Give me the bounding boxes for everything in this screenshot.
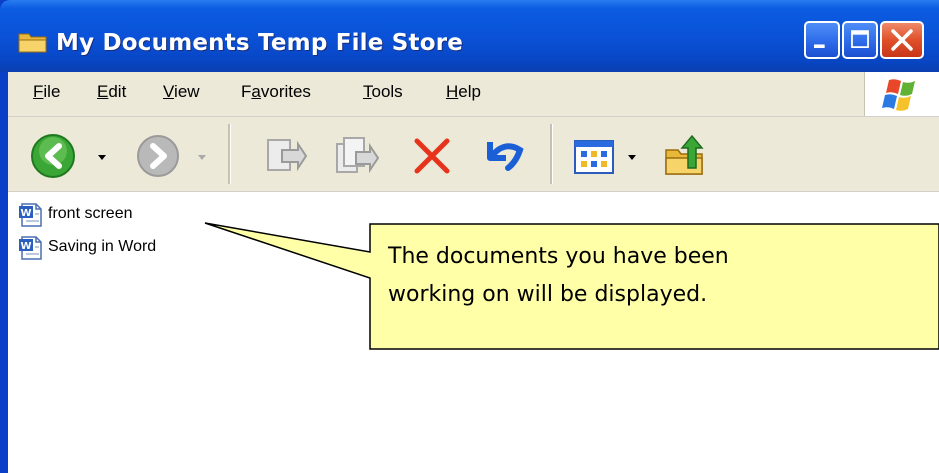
delete-icon	[414, 138, 450, 174]
copy-to-button[interactable]	[334, 134, 380, 178]
menu-file[interactable]: File	[33, 82, 60, 102]
maximize-icon	[851, 30, 869, 48]
chevron-down-icon	[628, 155, 636, 160]
copy-to-icon	[336, 137, 380, 174]
window-title: My Documents Temp File Store	[56, 30, 464, 56]
views-button[interactable]	[574, 140, 614, 174]
maximize-button[interactable]	[842, 21, 878, 59]
close-icon	[891, 29, 913, 51]
file-name: front screen	[48, 205, 133, 222]
forward-button[interactable]	[136, 134, 180, 178]
chevron-down-icon	[98, 155, 106, 160]
views-icon	[574, 140, 614, 174]
windows-logo	[864, 72, 939, 116]
delete-button[interactable]	[412, 136, 452, 176]
windows-logo-icon	[882, 79, 915, 111]
menu-favorites[interactable]: Favorites	[241, 82, 311, 102]
forward-icon	[137, 135, 179, 177]
svg-text:W: W	[21, 208, 32, 219]
undo-button[interactable]	[482, 134, 526, 174]
toolbar-separator	[550, 124, 553, 184]
file-name: Saving in Word	[48, 238, 157, 255]
menu-view[interactable]: View	[163, 82, 200, 102]
menu-bar: File Edit View Favorites Tools Help	[8, 72, 939, 117]
file-list-pane: W front screen W Saving in Word	[8, 192, 939, 473]
back-button[interactable]	[30, 133, 76, 179]
folder-up-button[interactable]	[662, 132, 708, 178]
views-dropdown[interactable]	[626, 152, 638, 162]
callout-line: The documents you have been	[388, 244, 729, 269]
explorer-window: My Documents Temp File Store File Edit V…	[0, 0, 939, 473]
menu-edit[interactable]: Edit	[97, 82, 126, 102]
word-document-icon: W	[18, 235, 44, 261]
close-button[interactable]	[880, 21, 924, 59]
forward-dropdown[interactable]	[196, 152, 208, 162]
menu-help[interactable]: Help	[446, 82, 481, 102]
menu-tools[interactable]: Tools	[363, 82, 403, 102]
folder-up-icon	[665, 134, 704, 175]
back-dropdown[interactable]	[96, 152, 108, 162]
chevron-down-icon	[198, 155, 206, 160]
title-bar[interactable]: My Documents Temp File Store	[0, 0, 939, 72]
undo-icon	[487, 142, 524, 171]
folder-icon	[18, 30, 48, 54]
move-to-icon	[267, 139, 308, 172]
callout-line: working on will be displayed.	[388, 282, 708, 307]
word-document-icon: W	[18, 202, 44, 228]
move-to-button[interactable]	[264, 134, 308, 178]
back-icon	[31, 134, 75, 178]
toolbar-separator	[228, 124, 231, 184]
minimize-icon	[814, 44, 825, 48]
minimize-button[interactable]	[804, 21, 840, 59]
callout-text: The documents you have been working on w…	[388, 238, 928, 314]
svg-text:W: W	[21, 241, 32, 252]
